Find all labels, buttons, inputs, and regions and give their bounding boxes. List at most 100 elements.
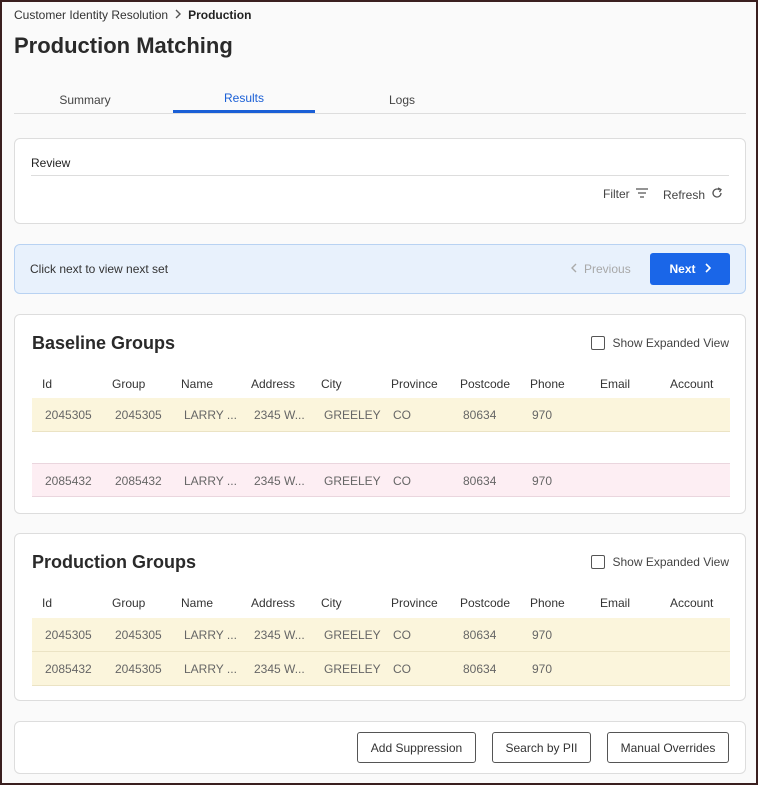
chevron-right-icon (704, 262, 711, 276)
cell-address: 2345 W... (254, 628, 305, 642)
production-expanded-view-toggle[interactable]: Show Expanded View (591, 555, 729, 569)
column-header-phone: Phone (530, 377, 565, 391)
column-header-city: City (321, 596, 342, 610)
cell-address: 2345 W... (254, 662, 305, 676)
cell-city: GREELEY (324, 474, 381, 488)
review-card: Review Filter Refresh (14, 138, 746, 224)
breadcrumb: Customer Identity Resolution Production (14, 8, 251, 22)
column-header-province: Province (391, 596, 438, 610)
cell-group: 2045305 (115, 408, 162, 422)
refresh-button[interactable]: Refresh (663, 187, 723, 202)
column-header-postcode: Postcode (460, 377, 511, 391)
cell-group: 2045305 (115, 662, 162, 676)
column-header-city: City (321, 377, 342, 391)
column-header-postcode: Postcode (460, 596, 511, 610)
cell-address: 2345 W... (254, 474, 305, 488)
filter-lines-icon (635, 187, 648, 201)
column-header-province: Province (391, 377, 438, 391)
cell-phone: 970 (532, 408, 553, 422)
production-groups-card: Production Groups Show Expanded View Id G… (14, 533, 746, 701)
chevron-left-icon (571, 262, 578, 276)
add-suppression-button[interactable]: Add Suppression (357, 732, 476, 763)
next-button[interactable]: Next (650, 253, 730, 285)
cell-province: CO (393, 628, 411, 642)
production-table-header: Id Group Name Address City Province Postcode Ph… (32, 596, 730, 616)
cell-phone: 970 (532, 662, 553, 676)
cell-id: 2085432 (45, 474, 92, 488)
cell-group: 2085432 (115, 474, 162, 488)
divider (31, 175, 729, 176)
column-header-account: Account (670, 596, 714, 610)
column-header-id: Id (42, 377, 53, 391)
refresh-button-label: Refresh (663, 187, 706, 202)
refresh-icon (711, 187, 723, 202)
column-header-address: Address (251, 377, 296, 391)
cell-address: 2345 W... (254, 408, 305, 422)
cell-city: GREELEY (324, 408, 381, 422)
cell-postcode: 80634 (463, 474, 497, 488)
column-header-id: Id (42, 596, 53, 610)
tab-logs[interactable]: Logs (331, 86, 473, 113)
column-header-name: Name (181, 596, 214, 610)
expanded-view-label: Show Expanded View (612, 555, 729, 569)
page-title: Production Matching (14, 33, 233, 58)
column-header-group: Group (112, 596, 146, 610)
baseline-row-1[interactable]: 2045305 2045305 LARRY ... 2345 W... GREELEY C… (32, 398, 730, 432)
cell-city: GREELEY (324, 662, 381, 676)
expanded-view-checkbox[interactable] (591, 336, 606, 350)
tab-results[interactable]: Results (173, 86, 315, 113)
breadcrumb-current: Production (188, 8, 252, 22)
column-header-email: Email (600, 377, 631, 391)
review-title: Review (31, 156, 71, 170)
column-header-account: Account (670, 377, 714, 391)
cell-city: GREELEY (324, 628, 381, 642)
production-row-1[interactable]: 2045305 2045305 LARRY ... 2345 W... GREELEY C… (32, 618, 730, 652)
pager-message: Click next to view next set (30, 262, 169, 276)
baseline-table-header: Id Group Name Address City Province Postcode Ph… (32, 377, 730, 397)
production-groups-title: Production Groups (32, 552, 196, 572)
cell-postcode: 80634 (463, 662, 497, 676)
cell-postcode: 80634 (463, 408, 497, 422)
cell-phone: 970 (532, 474, 553, 488)
actions-card: Add Suppression Search by PII Manual Ove… (14, 721, 746, 774)
cell-group: 2045305 (115, 628, 162, 642)
expanded-view-checkbox[interactable] (591, 555, 606, 569)
column-header-address: Address (251, 596, 296, 610)
column-header-group: Group (112, 377, 146, 391)
cell-postcode: 80634 (463, 628, 497, 642)
search-by-pii-button[interactable]: Search by PII (492, 732, 591, 763)
tab-bar: Summary Results Logs (14, 86, 746, 114)
cell-id: 2085432 (45, 662, 92, 676)
cell-phone: 970 (532, 628, 553, 642)
chevron-right-icon (174, 8, 182, 22)
previous-button[interactable]: Previous (571, 262, 631, 276)
cell-name: LARRY ... (184, 628, 236, 642)
baseline-row-3[interactable]: 2085432 2085432 LARRY ... 2345 W... GREELEY C… (32, 463, 730, 497)
cell-id: 2045305 (45, 628, 92, 642)
cell-id: 2045305 (45, 408, 92, 422)
filter-button-label: Filter (603, 187, 630, 201)
column-header-name: Name (181, 377, 214, 391)
pager-bar: Click next to view next set Previous Nex… (14, 244, 746, 294)
cell-province: CO (393, 662, 411, 676)
cell-name: LARRY ... (184, 662, 236, 676)
filter-button[interactable]: Filter (603, 187, 648, 201)
tab-summary[interactable]: Summary (14, 86, 156, 113)
breadcrumb-parent-link[interactable]: Customer Identity Resolution (14, 8, 168, 22)
baseline-row-2 (32, 432, 730, 466)
previous-button-label: Previous (584, 262, 631, 276)
cell-province: CO (393, 408, 411, 422)
cell-name: LARRY ... (184, 474, 236, 488)
production-row-2[interactable]: 2085432 2045305 LARRY ... 2345 W... GREELEY C… (32, 652, 730, 686)
baseline-expanded-view-toggle[interactable]: Show Expanded View (591, 336, 729, 350)
app-window: Customer Identity Resolution Production … (0, 0, 758, 785)
cell-province: CO (393, 474, 411, 488)
expanded-view-label: Show Expanded View (612, 336, 729, 350)
baseline-groups-card: Baseline Groups Show Expanded View Id Gro… (14, 314, 746, 514)
cell-name: LARRY ... (184, 408, 236, 422)
column-header-email: Email (600, 596, 631, 610)
column-header-phone: Phone (530, 596, 565, 610)
baseline-groups-title: Baseline Groups (32, 333, 176, 353)
manual-overrides-button[interactable]: Manual Overrides (607, 732, 729, 763)
next-button-label: Next (669, 262, 696, 276)
